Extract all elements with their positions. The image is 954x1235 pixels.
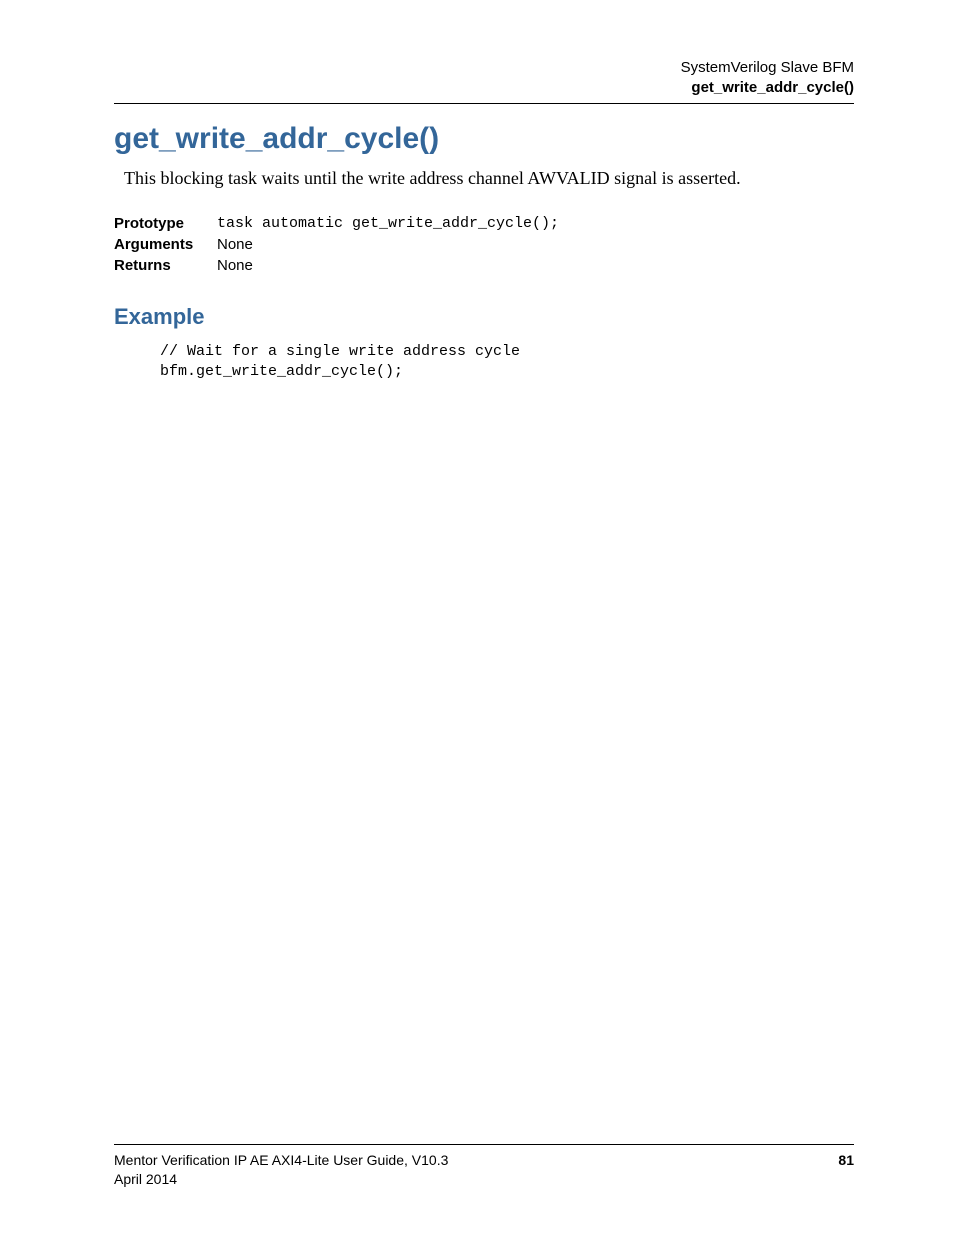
- footer-rule: [114, 1144, 854, 1145]
- prototype-value: task automatic get_write_addr_cycle();: [217, 213, 567, 234]
- running-header: SystemVerilog Slave BFM get_write_addr_c…: [114, 58, 854, 97]
- returns-row: Returns None: [114, 255, 567, 276]
- header-chapter: SystemVerilog Slave BFM: [114, 58, 854, 78]
- footer-date: April 2014: [114, 1170, 448, 1189]
- arguments-label: Arguments: [114, 234, 217, 255]
- page-title: get_write_addr_cycle(): [114, 122, 854, 156]
- prototype-row: Prototype task automatic get_write_addr_…: [114, 213, 567, 234]
- page-container: SystemVerilog Slave BFM get_write_addr_c…: [0, 0, 954, 1235]
- returns-value: None: [217, 255, 567, 276]
- arguments-value: None: [217, 234, 567, 255]
- page-footer: Mentor Verification IP AE AXI4-Lite User…: [114, 1144, 854, 1189]
- example-code-block: // Wait for a single write address cycle…: [160, 342, 854, 383]
- footer-left: Mentor Verification IP AE AXI4-Lite User…: [114, 1151, 448, 1189]
- returns-label: Returns: [114, 255, 217, 276]
- arguments-row: Arguments None: [114, 234, 567, 255]
- footer-row: Mentor Verification IP AE AXI4-Lite User…: [114, 1151, 854, 1189]
- footer-guide-title: Mentor Verification IP AE AXI4-Lite User…: [114, 1151, 448, 1170]
- header-topic: get_write_addr_cycle(): [114, 78, 854, 98]
- header-rule: [114, 103, 854, 104]
- footer-page-number: 81: [838, 1151, 854, 1189]
- prototype-label: Prototype: [114, 213, 217, 234]
- example-heading: Example: [114, 304, 854, 330]
- description-paragraph: This blocking task waits until the write…: [124, 166, 854, 191]
- signature-table: Prototype task automatic get_write_addr_…: [114, 213, 567, 276]
